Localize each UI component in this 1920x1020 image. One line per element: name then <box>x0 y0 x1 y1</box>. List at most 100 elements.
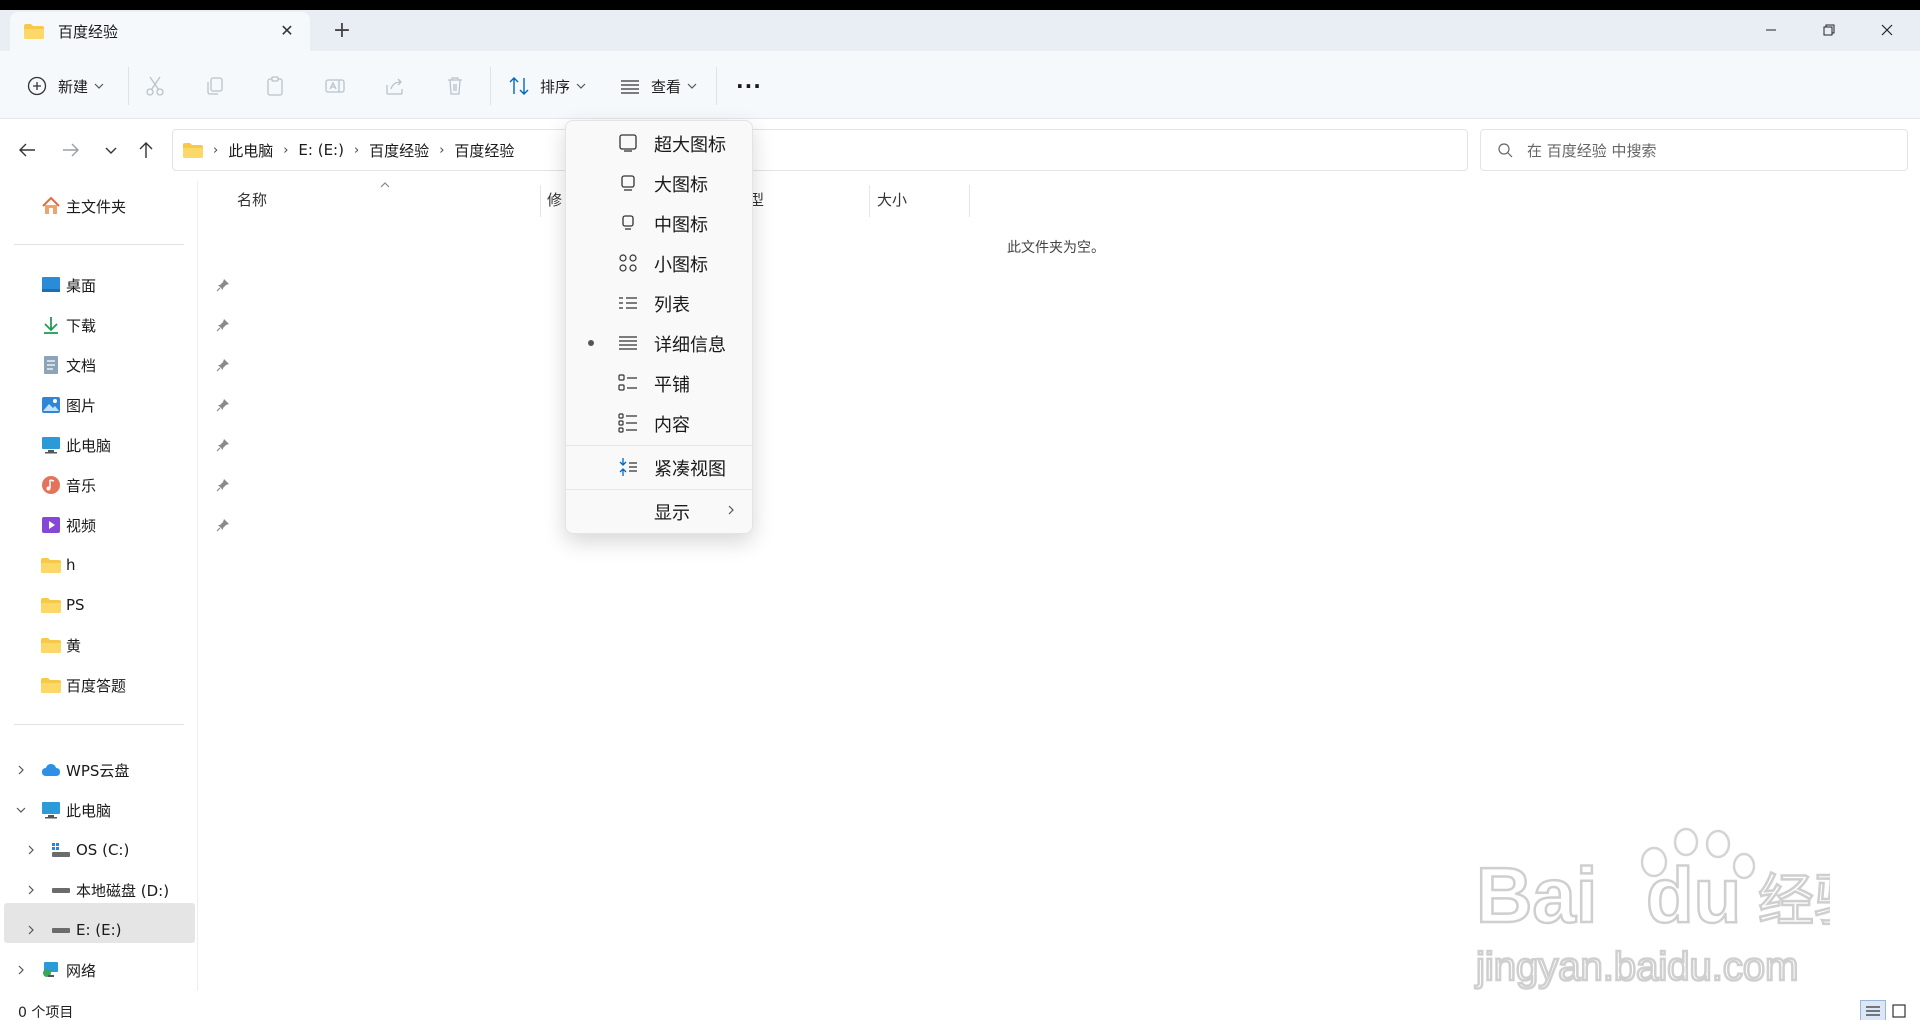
pictures-icon <box>40 394 62 416</box>
restore-button[interactable] <box>1806 14 1852 46</box>
sidebar-item-downloads[interactable]: 下载 <box>40 308 229 342</box>
copy-icon <box>207 77 223 95</box>
chevron-right-icon[interactable] <box>24 923 38 937</box>
sidebar-item-folder-ps[interactable]: PS <box>40 588 85 622</box>
sidebar-item-pictures[interactable]: 图片 <box>40 388 229 422</box>
breadcrumb-item[interactable]: 此电脑 <box>228 140 273 161</box>
menu-item-tiles[interactable]: 平铺 <box>566 365 752 401</box>
sort-button[interactable]: 排序 <box>508 71 586 101</box>
view-lines-icon <box>621 80 639 94</box>
menu-item-medium-icons[interactable]: 中图标 <box>566 205 752 241</box>
breadcrumb-item[interactable]: 百度经验 <box>454 140 514 161</box>
new-button[interactable]: 新建 <box>26 71 104 101</box>
selected-bullet-icon <box>588 340 594 346</box>
sidebar-item-drive-c[interactable]: OS (C:) <box>50 833 129 867</box>
view-dropdown-menu: 超大图标 大图标 中图标 小图标 列表 详细信息 平铺 内容 紧凑视图 显示 <box>565 120 753 534</box>
details-view-button[interactable] <box>1860 1000 1886 1020</box>
content-view-icon <box>618 413 637 433</box>
sidebar-item-wps-cloud[interactable]: WPS云盘 <box>40 753 129 787</box>
chevron-down-icon[interactable] <box>14 803 28 817</box>
rename-button[interactable] <box>320 71 350 101</box>
small-icons-icon <box>619 254 637 272</box>
menu-item-label: 显示 <box>654 503 690 524</box>
chevron-right-icon[interactable] <box>14 963 28 977</box>
menu-item-content[interactable]: 内容 <box>566 405 752 441</box>
compact-view-icon <box>619 458 637 476</box>
more-button[interactable]: ··· <box>736 71 762 101</box>
pane-divider <box>197 181 198 991</box>
sidebar-item-this-pc[interactable]: 此电脑 <box>40 428 229 462</box>
chevron-right-icon[interactable] <box>24 843 38 857</box>
paste-button[interactable] <box>260 71 290 101</box>
chevron-right-icon[interactable] <box>14 763 28 777</box>
breadcrumb-item[interactable]: E: (E:) <box>298 141 344 159</box>
close-icon <box>1881 24 1893 36</box>
menu-item-details[interactable]: 详细信息 <box>566 325 752 361</box>
delete-button[interactable] <box>440 71 470 101</box>
recent-chevron-down-icon[interactable] <box>100 139 122 161</box>
column-header-size[interactable]: 大小 <box>877 189 907 210</box>
details-view-icon <box>1866 1006 1880 1016</box>
menu-item-small-icons[interactable]: 小图标 <box>566 245 752 281</box>
menu-item-show[interactable]: 显示 <box>566 493 752 529</box>
scissors-icon <box>146 76 164 96</box>
title-bar: 百度经验 ✕ + <box>0 10 1920 51</box>
view-button[interactable]: 查看 <box>619 71 697 101</box>
share-button[interactable] <box>380 71 410 101</box>
new-tab-button[interactable]: + <box>332 20 352 42</box>
menu-item-compact-view[interactable]: 紧凑视图 <box>566 449 752 485</box>
sidebar-item-documents[interactable]: 文档 <box>40 348 229 382</box>
sidebar-item-label: 百度答题 <box>66 676 127 695</box>
sidebar-item-label: 此电脑 <box>66 801 112 820</box>
column-header-modified[interactable]: 修 <box>547 189 562 210</box>
sidebar-item-folder-h[interactable]: h <box>40 548 76 582</box>
menu-item-extra-large-icons[interactable]: 超大图标 <box>566 125 752 161</box>
sidebar-item-label: 视频 <box>66 516 97 535</box>
list-view-icon <box>619 297 637 309</box>
column-separator[interactable] <box>540 185 541 217</box>
plus-circle-icon <box>27 76 47 96</box>
sidebar-item-this-pc-tree[interactable]: 此电脑 <box>40 793 111 827</box>
folder-icon <box>24 24 44 39</box>
sidebar-item-drive-e[interactable]: E: (E:) <box>50 913 122 947</box>
view-toggle <box>1860 1000 1912 1020</box>
sidebar-item-label: 文档 <box>66 356 97 375</box>
forward-arrow-icon[interactable] <box>60 139 82 161</box>
address-bar[interactable]: › 此电脑 › E: (E:) › 百度经验 › 百度经验 <box>172 129 1623 171</box>
sidebar-item-folder-huang[interactable]: 黄 <box>40 628 81 662</box>
music-icon <box>40 474 62 496</box>
back-arrow-icon[interactable] <box>16 139 38 161</box>
breadcrumb-chevron-icon[interactable]: › <box>439 143 444 158</box>
menu-item-large-icons[interactable]: 大图标 <box>566 165 752 201</box>
sidebar-item-videos[interactable]: 视频 <box>40 508 229 542</box>
tiles-view-button[interactable] <box>1886 1000 1912 1020</box>
sidebar-item-desktop[interactable]: 桌面 <box>40 268 229 302</box>
sidebar-item-home[interactable]: 主文件夹 <box>40 189 126 223</box>
column-separator[interactable] <box>869 185 870 217</box>
video-icon <box>40 514 62 536</box>
sidebar-item-network[interactable]: 网络 <box>40 953 96 987</box>
breadcrumb-chevron-icon[interactable]: › <box>283 143 288 158</box>
minimize-button[interactable] <box>1748 14 1794 46</box>
close-button[interactable] <box>1864 14 1910 46</box>
sort-ascending-caret-icon <box>380 182 390 188</box>
sidebar-item-label: OS (C:) <box>76 841 130 859</box>
cut-button[interactable] <box>140 71 170 101</box>
sidebar-item-drive-d[interactable]: 本地磁盘 (D:) <box>50 873 169 907</box>
menu-item-list[interactable]: 列表 <box>566 285 752 321</box>
search-input[interactable]: 在 百度经验 中搜索 <box>1480 129 1908 171</box>
tab-close-icon[interactable]: ✕ <box>278 22 296 40</box>
sidebar-item-folder-baidu-dati[interactable]: 百度答题 <box>40 668 126 702</box>
tab-current[interactable]: 百度经验 ✕ <box>10 12 310 51</box>
menu-divider <box>566 489 752 490</box>
breadcrumb-item[interactable]: 百度经验 <box>369 140 429 161</box>
copy-button[interactable] <box>200 71 230 101</box>
breadcrumb-chevron-icon[interactable]: › <box>213 143 218 158</box>
column-header-name[interactable]: 名称 <box>237 189 267 210</box>
column-separator[interactable] <box>969 185 970 217</box>
breadcrumb-chevron-icon[interactable]: › <box>354 143 359 158</box>
chevron-right-icon[interactable] <box>24 883 38 897</box>
up-arrow-icon[interactable] <box>135 139 157 161</box>
sidebar-item-music[interactable]: 音乐 <box>40 468 229 502</box>
extra-large-icons-icon <box>619 134 637 152</box>
